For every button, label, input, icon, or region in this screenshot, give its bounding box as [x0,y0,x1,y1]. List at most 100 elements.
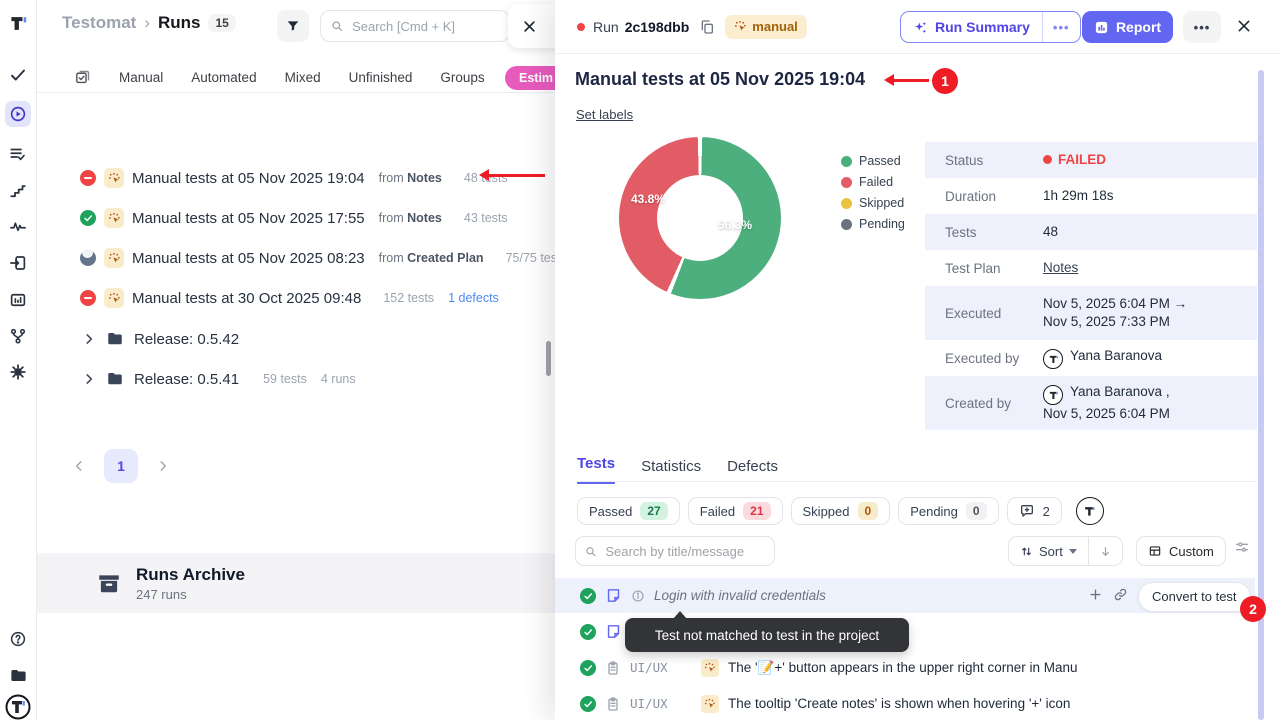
convert-to-test-button[interactable]: Convert to test [1138,582,1251,612]
folder-runs-count: 4 runs [321,372,356,386]
legend-item-pending: Pending [841,217,905,231]
test-title[interactable]: The '📝+' button appears in the upper rig… [728,660,1078,676]
sign-in-nav-icon[interactable] [5,250,31,276]
tab-unfinished[interactable]: Unfinished [349,70,413,85]
note-icon [605,587,622,604]
runs-archive[interactable]: Runs Archive 247 runs [36,553,555,613]
run-title[interactable]: Manual tests at 30 Oct 2025 09:48 [132,290,361,307]
plus-icon[interactable] [1088,587,1103,602]
run-test-count: 75/75 tests [506,251,555,265]
run-row[interactable]: Manual tests at 05 Nov 2025 08:23 from C… [36,238,555,278]
sort-direction-button[interactable] [1088,537,1122,565]
run-row[interactable]: Manual tests at 30 Oct 2025 09:48 152 te… [36,278,555,318]
runs-nav-icon[interactable] [5,101,31,127]
run-row[interactable]: Manual tests at 05 Nov 2025 19:04 from N… [36,158,555,198]
tab-manual[interactable]: Manual [119,70,163,85]
run-summary-more-icon[interactable]: ••• [1042,12,1080,42]
testomat-logo-icon[interactable] [5,10,31,36]
tab-mixed[interactable]: Mixed [285,70,321,85]
chevron-right-icon[interactable] [82,332,96,346]
column-settings-icon[interactable] [1234,539,1250,555]
run-defects-link[interactable]: 1 defects [448,291,499,305]
release-folder-row[interactable]: Release: 0.5.42 [36,319,555,359]
test-tag: UI/UX [630,696,692,711]
run-title[interactable]: Manual tests at 05 Nov 2025 08:23 [132,250,365,267]
pulse-nav-icon[interactable] [5,214,31,240]
release-folder-row[interactable]: Release: 0.5.41 59 tests 4 runs [36,359,555,399]
settings-nav-icon[interactable] [5,359,31,385]
select-all-icon[interactable] [74,69,91,86]
run-test-count: 43 tests [464,211,508,225]
page-number[interactable]: 1 [104,449,138,483]
chip-passed[interactable]: Passed27 [577,497,680,525]
test-tag: UI/UX [630,660,692,675]
tab-groups[interactable]: Groups [440,70,484,85]
donut-chart [619,137,781,299]
projects-folder-icon[interactable] [5,662,31,688]
tab-tests[interactable]: Tests [577,455,615,484]
run-title[interactable]: Manual tests at 05 Nov 2025 17:55 [132,210,365,227]
folder-title[interactable]: Release: 0.5.42 [134,331,239,348]
prev-page-icon[interactable] [72,459,86,473]
close-panel-button[interactable] [1236,18,1252,34]
custom-columns-button[interactable]: Custom [1136,536,1226,566]
chevron-right-icon[interactable] [82,372,96,386]
tabs-divider [575,481,1255,482]
runs-search-input[interactable] [350,18,499,35]
run-summary-split-button[interactable]: Run Summary ••• [900,11,1081,43]
report-nav-icon[interactable] [5,287,31,313]
passed-check-icon [580,660,596,676]
assignee-avatar[interactable] [1076,497,1104,525]
copy-icon[interactable] [699,19,715,35]
left-scrollbar-thumb[interactable] [546,341,551,376]
breadcrumb: Testomat › Runs 15 [62,13,236,33]
chip-skipped[interactable]: Skipped0 [791,497,891,525]
tests-search[interactable] [575,536,775,566]
legend-item-passed: Passed [841,154,905,168]
annotation-arrow-1 [488,174,545,177]
run-title[interactable]: Manual tests at 05 Nov 2025 19:04 [132,170,365,187]
branch-nav-icon[interactable] [5,323,31,349]
list-check-nav-icon[interactable] [5,141,31,167]
test-title[interactable]: Login with invalid credentials [654,588,826,603]
run-row[interactable]: Manual tests at 05 Nov 2025 17:55 from N… [36,198,555,238]
manual-run-icon [104,208,124,228]
sort-button[interactable]: Sort [1009,537,1088,565]
next-page-icon[interactable] [156,459,170,473]
run-detail-panel: Run 2c198dbb manual Run Summary ••• Repo… [555,0,1280,720]
chip-failed[interactable]: Failed21 [688,497,783,525]
close-search-card[interactable] [508,4,555,48]
breadcrumb-app[interactable]: Testomat [62,13,136,33]
link-icon[interactable] [1113,587,1128,602]
check-nav-icon[interactable] [5,62,31,88]
filter-button[interactable] [277,10,309,42]
folder-title[interactable]: Release: 0.5.41 [134,371,239,388]
runs-search[interactable] [320,10,510,42]
test-row[interactable]: UI/UX The '📝+' button appears in the upp… [555,650,1255,685]
legend-dot-failed [841,177,852,188]
test-row[interactable]: UI/UX The tooltip 'Create notes' is show… [555,686,1255,720]
test-row[interactable]: Login with invalid credentials Convert t… [555,578,1255,613]
test-title[interactable]: The tooltip 'Create notes' is shown when… [728,696,1070,711]
runs-panel: Testomat › Runs 15 Manual Automated Mixe… [36,0,555,720]
report-button[interactable]: Report [1082,11,1173,43]
chip-comments[interactable]: 2 [1007,497,1062,525]
tab-automated[interactable]: Automated [191,70,256,85]
test-plan-link[interactable]: Notes [1043,260,1078,275]
set-labels-link[interactable]: Set labels [576,107,633,122]
clipboard-icon [605,696,621,712]
manual-test-icon [701,659,719,677]
info-row-executed: Executed Nov 5, 2025 6:04 PM →Nov 5, 202… [925,286,1257,340]
profile-avatar[interactable] [5,694,31,720]
tests-search-input[interactable] [603,543,765,560]
more-actions-button[interactable]: ••• [1183,11,1221,43]
steps-nav-icon[interactable] [5,178,31,204]
manual-badge: manual [725,15,807,39]
chip-pending[interactable]: Pending0 [898,497,998,525]
estimate-badge[interactable]: Estim [505,66,555,90]
sort-split-button[interactable]: Sort [1008,536,1123,566]
right-scrollbar-thumb[interactable] [1258,70,1264,720]
close-icon[interactable] [522,19,537,34]
close-icon[interactable] [1236,18,1252,34]
help-icon[interactable] [5,626,31,652]
